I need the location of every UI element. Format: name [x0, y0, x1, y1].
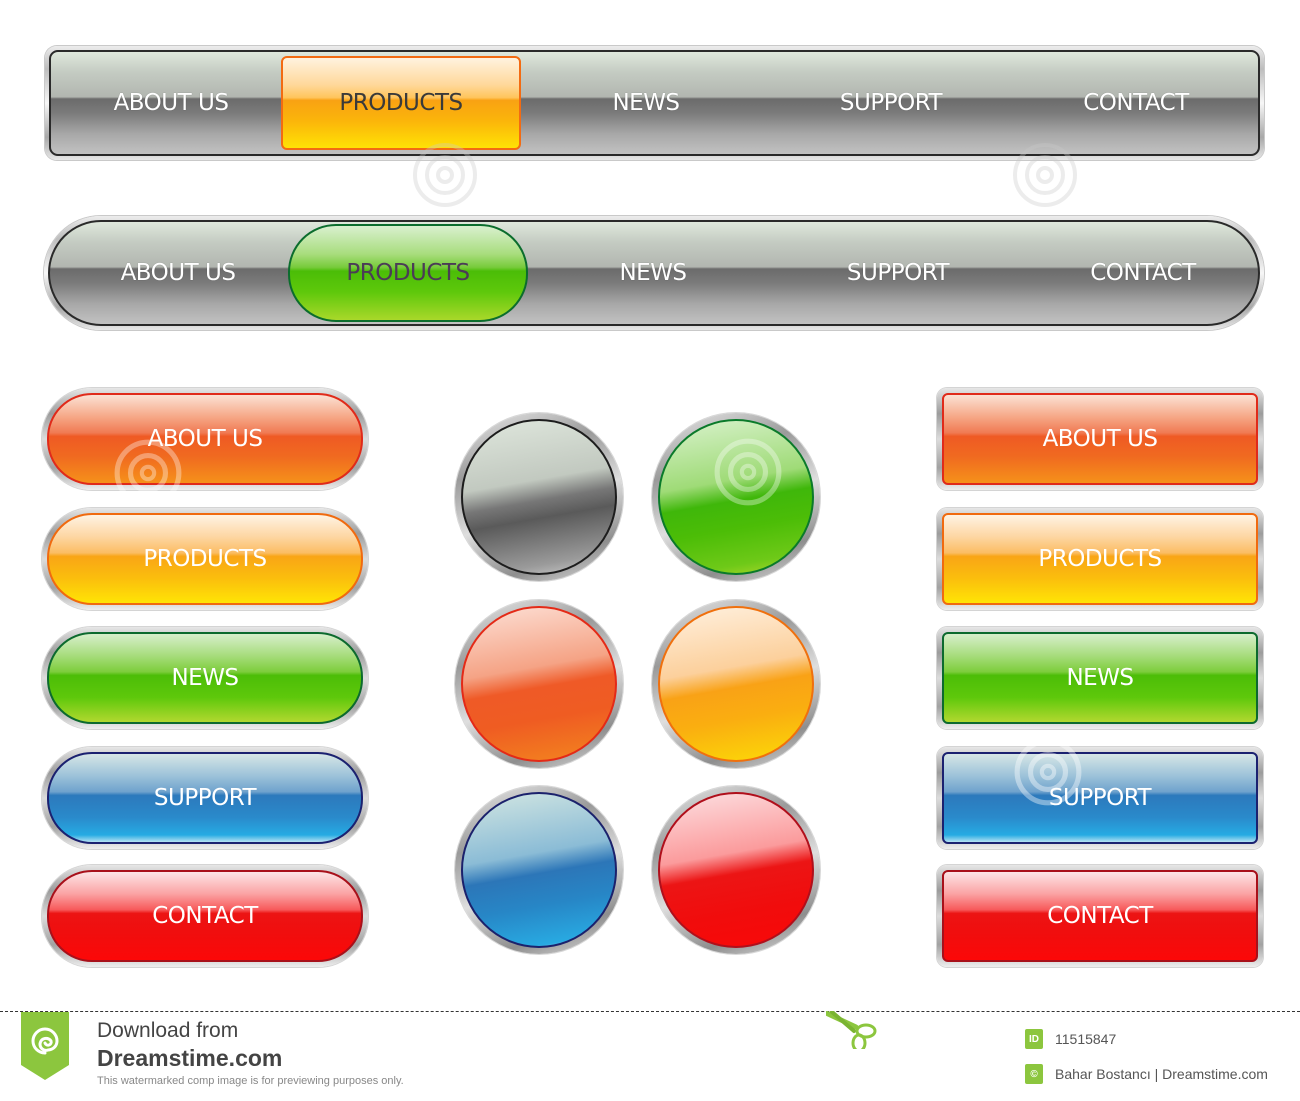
nav-item-contact[interactable]: CONTACT	[1048, 222, 1238, 324]
rect-button-face: NEWS	[942, 632, 1258, 724]
round-button-gray[interactable]	[455, 413, 623, 581]
nav-bar-rectangular: ABOUT US PRODUCTS NEWS SUPPORT CONTACT	[45, 46, 1264, 160]
scissors-icon	[826, 1011, 877, 1049]
nav-item-support[interactable]: SUPPORT	[798, 222, 998, 324]
pill-button-face: ABOUT US	[47, 393, 363, 485]
round-button-green[interactable]	[652, 413, 820, 581]
round-button-disc	[658, 606, 814, 762]
nav-item-about-us[interactable]: ABOUT US	[84, 222, 272, 324]
nav-item-products-active[interactable]: PRODUCTS	[281, 56, 521, 150]
pill-button-news[interactable]: NEWS	[42, 627, 368, 729]
round-button-disc	[658, 419, 814, 575]
pill-button-face: NEWS	[47, 632, 363, 724]
rect-button-support[interactable]: SUPPORT	[937, 747, 1263, 849]
round-button-blue[interactable]	[455, 786, 623, 954]
button-label: NEWS	[1066, 665, 1134, 691]
button-label: PRODUCTS	[1038, 546, 1162, 572]
nav-item-news[interactable]: NEWS	[561, 52, 731, 154]
pill-button-products[interactable]: PRODUCTS	[42, 508, 368, 610]
dreamstime-link[interactable]: Dreamstime.com	[97, 1045, 282, 1072]
rect-button-products[interactable]: PRODUCTS	[937, 508, 1263, 610]
round-button-disc	[461, 419, 617, 575]
nav-item-contact[interactable]: CONTACT	[1041, 52, 1231, 154]
download-from-text: Download from	[97, 1019, 239, 1042]
rect-button-face: PRODUCTS	[942, 513, 1258, 605]
pill-button-face: CONTACT	[47, 870, 363, 962]
rect-button-about-us[interactable]: ABOUT US	[937, 388, 1263, 490]
rect-button-face: SUPPORT	[942, 752, 1258, 844]
cut-line-divider	[0, 1011, 1300, 1012]
image-id: 11515847	[1055, 1031, 1117, 1047]
copyright-icon: ©	[1025, 1064, 1043, 1084]
rect-button-contact[interactable]: CONTACT	[937, 865, 1263, 967]
button-label: ABOUT US	[147, 426, 263, 452]
button-label: ABOUT US	[1042, 426, 1158, 452]
round-button-disc	[658, 792, 814, 948]
nav-bar-track: ABOUT US PRODUCTS NEWS SUPPORT CONTACT	[48, 220, 1260, 326]
author-credit: Bahar Bostancı | Dreamstime.com	[1055, 1066, 1268, 1082]
pill-button-contact[interactable]: CONTACT	[42, 865, 368, 967]
nav-item-products-active[interactable]: PRODUCTS	[288, 224, 528, 322]
rect-button-news[interactable]: NEWS	[937, 627, 1263, 729]
id-icon: ID	[1025, 1029, 1043, 1049]
button-label: SUPPORT	[153, 785, 257, 811]
pill-button-face: PRODUCTS	[47, 513, 363, 605]
dreamstime-swirl-icon	[31, 1027, 59, 1055]
nav-item-news[interactable]: NEWS	[568, 222, 738, 324]
pill-button-face: SUPPORT	[47, 752, 363, 844]
round-button-red-orange[interactable]	[455, 600, 623, 768]
round-button-disc	[461, 606, 617, 762]
nav-item-support[interactable]: SUPPORT	[791, 52, 991, 154]
nav-item-about-us[interactable]: ABOUT US	[77, 52, 265, 154]
button-label: PRODUCTS	[143, 546, 267, 572]
round-button-disc	[461, 792, 617, 948]
dreamstime-logo-badge	[21, 1012, 69, 1080]
button-label: CONTACT	[1047, 903, 1153, 929]
nav-bar-rounded: ABOUT US PRODUCTS NEWS SUPPORT CONTACT	[44, 216, 1264, 330]
rect-button-face: CONTACT	[942, 870, 1258, 962]
pill-button-about-us[interactable]: ABOUT US	[42, 388, 368, 490]
round-button-red[interactable]	[652, 786, 820, 954]
pill-button-support[interactable]: SUPPORT	[42, 747, 368, 849]
button-label: SUPPORT	[1048, 785, 1152, 811]
round-button-orange[interactable]	[652, 600, 820, 768]
disclaimer-text: This watermarked comp image is for previ…	[97, 1075, 404, 1087]
nav-bar-track: ABOUT US PRODUCTS NEWS SUPPORT CONTACT	[49, 50, 1260, 156]
rect-button-face: ABOUT US	[942, 393, 1258, 485]
button-label: NEWS	[171, 665, 239, 691]
button-label: CONTACT	[152, 903, 258, 929]
